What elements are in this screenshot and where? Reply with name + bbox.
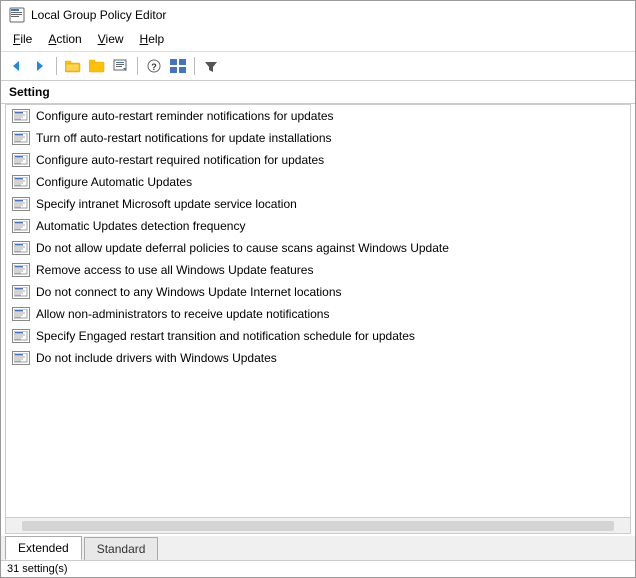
item-label: Configure auto-restart reminder notifica… [36, 109, 334, 123]
tab-standard[interactable]: Standard [84, 537, 159, 560]
menu-view-label: View [98, 32, 124, 46]
setting-column-header: Setting [9, 85, 50, 99]
item-policy-icon [12, 351, 30, 365]
back-button[interactable] [5, 55, 27, 77]
filter-button[interactable] [200, 55, 222, 77]
item-label: Do not allow update deferral policies to… [36, 241, 449, 255]
tab-standard-label: Standard [97, 542, 146, 556]
item-policy-icon [12, 219, 30, 233]
forward-button[interactable] [29, 55, 51, 77]
sep2 [137, 57, 138, 75]
help-button[interactable]: ? [143, 55, 165, 77]
item-label: Configure Automatic Updates [36, 175, 192, 189]
item-label: Specify intranet Microsoft update servic… [36, 197, 297, 211]
list-item[interactable]: Configure auto-restart reminder notifica… [6, 105, 630, 127]
item-label: Do not include drivers with Windows Upda… [36, 351, 277, 365]
menu-help-label: Help [140, 32, 165, 46]
tab-extended[interactable]: Extended [5, 536, 82, 560]
menu-file[interactable]: File [5, 29, 40, 49]
panel-button[interactable] [167, 55, 189, 77]
import-button[interactable] [110, 55, 132, 77]
menu-view[interactable]: View [90, 29, 132, 49]
item-policy-icon [12, 131, 30, 145]
item-policy-icon [12, 263, 30, 277]
item-policy-icon [12, 197, 30, 211]
horizontal-scrollbar[interactable] [5, 518, 631, 534]
item-label: Turn off auto-restart notifications for … [36, 131, 332, 145]
item-policy-icon [12, 241, 30, 255]
status-text: 31 setting(s) [7, 563, 68, 575]
item-policy-icon [12, 153, 30, 167]
item-policy-icon [12, 175, 30, 189]
item-label: Specify Engaged restart transition and n… [36, 329, 415, 343]
sep3 [194, 57, 195, 75]
item-label: Remove access to use all Windows Update … [36, 263, 313, 277]
open-folder-button[interactable] [62, 55, 84, 77]
menu-action[interactable]: Action [40, 29, 89, 49]
menu-bar: File Action View Help [1, 27, 635, 52]
item-policy-icon [12, 329, 30, 343]
tab-extended-label: Extended [18, 541, 69, 555]
app-icon [9, 7, 25, 23]
item-label: Allow non-administrators to receive upda… [36, 307, 329, 321]
item-policy-icon [12, 109, 30, 123]
list-header: Setting [1, 81, 635, 104]
sep1 [56, 57, 57, 75]
list-item[interactable]: Do not include drivers with Windows Upda… [6, 347, 630, 369]
item-policy-icon [12, 285, 30, 299]
item-label: Automatic Updates detection frequency [36, 219, 245, 233]
h-scroll-thumb[interactable] [22, 521, 614, 531]
list-item[interactable]: Remove access to use all Windows Update … [6, 259, 630, 281]
main-window: Local Group Policy Editor File Action Vi… [0, 0, 636, 578]
list-item[interactable]: Configure Automatic Updates [6, 171, 630, 193]
menu-action-label: Action [48, 32, 81, 46]
status-bar: 31 setting(s) [1, 560, 635, 577]
menu-help[interactable]: Help [132, 29, 173, 49]
content-area: Setting Configure auto-restart reminder … [1, 81, 635, 534]
list-item[interactable]: Specify intranet Microsoft update servic… [6, 193, 630, 215]
svg-text:?: ? [151, 62, 157, 72]
list-item[interactable]: Specify Engaged restart transition and n… [6, 325, 630, 347]
title-bar: Local Group Policy Editor [1, 1, 635, 27]
item-label: Configure auto-restart required notifica… [36, 153, 324, 167]
list-item[interactable]: Do not connect to any Windows Update Int… [6, 281, 630, 303]
item-label: Do not connect to any Windows Update Int… [36, 285, 342, 299]
settings-list[interactable]: Configure auto-restart reminder notifica… [5, 104, 631, 518]
list-item[interactable]: Allow non-administrators to receive upda… [6, 303, 630, 325]
list-item[interactable]: Turn off auto-restart notifications for … [6, 127, 630, 149]
folder-button[interactable] [86, 55, 108, 77]
window-title: Local Group Policy Editor [31, 8, 166, 22]
list-item[interactable]: Configure auto-restart required notifica… [6, 149, 630, 171]
menu-file-label: File [13, 32, 32, 46]
toolbar: ? [1, 52, 635, 81]
list-item[interactable]: Automatic Updates detection frequency [6, 215, 630, 237]
tabs-bar: Extended Standard [1, 536, 635, 560]
list-item[interactable]: Do not allow update deferral policies to… [6, 237, 630, 259]
item-policy-icon [12, 307, 30, 321]
